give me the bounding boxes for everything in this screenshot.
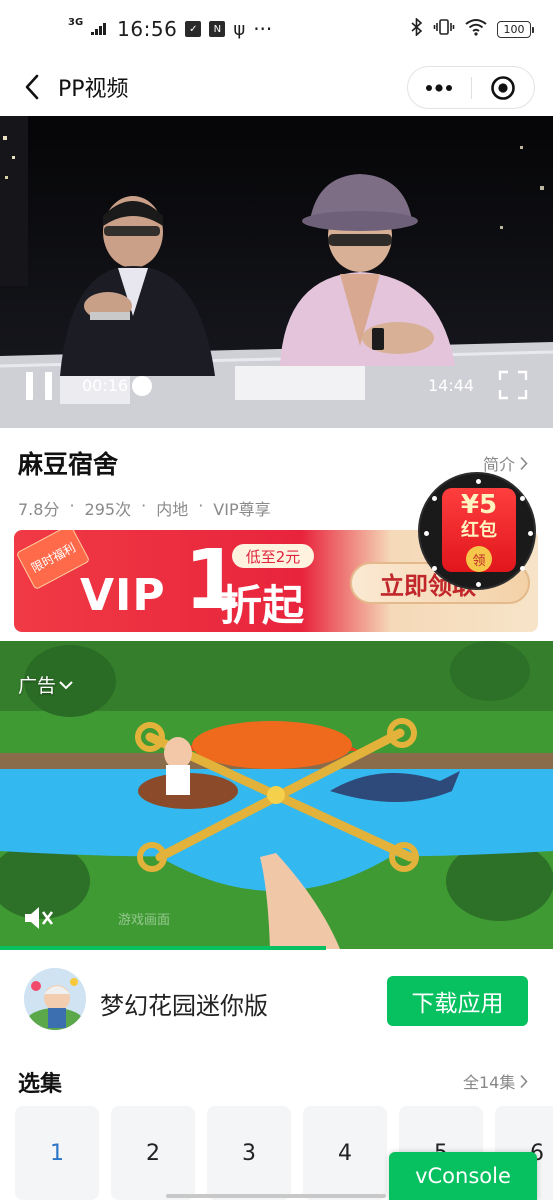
- page-title: PP视频: [58, 77, 129, 102]
- status-left: 3G 16:56 ✓ N ψ ···: [68, 17, 272, 41]
- vip-text: VIP: [80, 570, 166, 621]
- vconsole-button[interactable]: vConsole: [389, 1152, 537, 1200]
- wifi-icon: [465, 17, 487, 41]
- network-type: 3G: [68, 17, 84, 28]
- signal-icon: [91, 23, 107, 35]
- red-packet-card: ¥5 红包 领: [442, 488, 516, 572]
- fullscreen-icon[interactable]: [498, 370, 528, 400]
- target-close-icon: [490, 75, 515, 100]
- chevron-left-icon: [25, 74, 39, 100]
- video-player[interactable]: 00:16 14:44: [0, 116, 553, 428]
- chevron-right-icon: [520, 456, 528, 470]
- all-episodes-link[interactable]: 全14集: [463, 1069, 528, 1093]
- intro-link[interactable]: 简介: [483, 451, 528, 475]
- all-episodes-label: 全14集: [463, 1073, 516, 1092]
- status-bar: 3G 16:56 ✓ N ψ ··· 100: [0, 0, 553, 58]
- meta-separator: ·: [69, 496, 75, 515]
- clock: 16:56: [117, 17, 178, 41]
- meta-plays: 295次: [84, 500, 132, 519]
- video-meta: 7.8分 · 295次 · 内地 · VIP尊享: [18, 496, 271, 520]
- episode-item[interactable]: 2: [111, 1106, 195, 1200]
- current-time: 00:16: [82, 376, 129, 395]
- vip-price-tag: 低至2元: [232, 544, 314, 568]
- mute-icon[interactable]: [22, 903, 54, 933]
- ad-video[interactable]: 广告 游戏画面: [0, 641, 553, 949]
- ad-label[interactable]: 广告: [18, 671, 74, 698]
- meta-separator: ·: [198, 496, 204, 515]
- menu-button[interactable]: [408, 67, 471, 108]
- status-right: 100: [411, 17, 534, 41]
- duration: 14:44: [428, 376, 475, 395]
- pause-button[interactable]: [26, 372, 52, 400]
- meta-region: 内地: [156, 500, 189, 519]
- check-icon: ✓: [185, 21, 202, 37]
- vibrate-icon: [433, 17, 455, 41]
- ad-game-scene: [0, 641, 553, 949]
- app-notification-icon: N: [209, 21, 226, 37]
- video-controls: 00:16 14:44: [0, 348, 553, 428]
- progress-handle[interactable]: [132, 376, 152, 396]
- ad-label-text: 广告: [18, 675, 57, 697]
- episode-item[interactable]: 1: [15, 1106, 99, 1200]
- red-packet-float[interactable]: ¥5 红包 领: [418, 472, 536, 590]
- meta-score: 7.8分: [18, 500, 60, 519]
- red-packet-claim[interactable]: 领: [466, 546, 492, 572]
- ad-app-row: 梦幻花园迷你版 下载应用: [0, 950, 553, 1052]
- meta-vip: VIP尊享: [213, 500, 271, 519]
- meta-separator: ·: [141, 496, 147, 515]
- back-button[interactable]: [12, 67, 52, 107]
- chevron-right-icon: [520, 1074, 528, 1088]
- episode-item[interactable]: 4: [303, 1106, 387, 1200]
- home-indicator: [166, 1194, 386, 1198]
- intro-label: 简介: [483, 455, 516, 474]
- more-dots-icon: [426, 83, 453, 92]
- episodes-heading: 选集: [18, 1072, 63, 1097]
- chevron-down-icon: [59, 680, 73, 689]
- app-icon: [24, 968, 86, 1030]
- mini-program-capsule: [407, 66, 535, 109]
- usb-icon: ψ: [233, 18, 246, 40]
- download-app-button[interactable]: 下载应用: [387, 976, 528, 1026]
- app-name: 梦幻花园迷你版: [100, 992, 268, 1020]
- episode-item[interactable]: 3: [207, 1106, 291, 1200]
- nav-bar: PP视频: [0, 58, 553, 116]
- bluetooth-icon: [411, 17, 423, 41]
- battery-icon: 100: [497, 20, 534, 38]
- more-notifications: ···: [253, 17, 273, 41]
- close-mini-program-button[interactable]: [472, 67, 535, 108]
- vip-discount-suffix: 折起: [220, 581, 305, 630]
- video-title: 麻豆宿舍: [18, 450, 119, 479]
- red-packet-label: 红包: [461, 520, 497, 541]
- ad-watermark: 游戏画面: [118, 913, 171, 928]
